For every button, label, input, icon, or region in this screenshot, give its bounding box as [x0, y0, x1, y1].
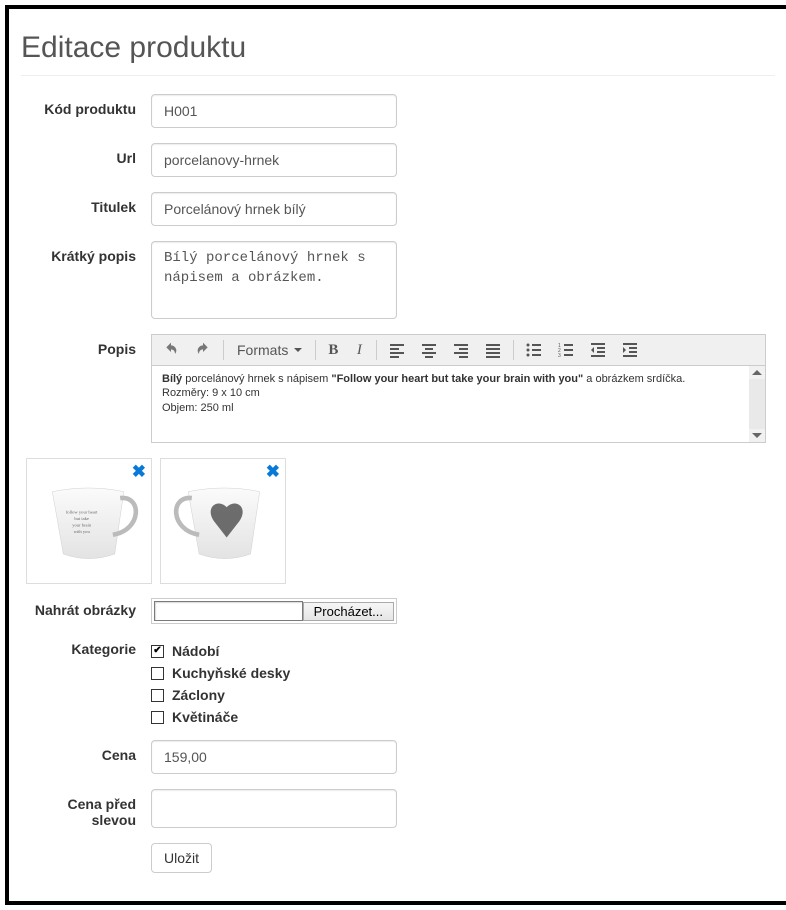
label-code: Kód produktu: [21, 94, 151, 128]
svg-text:3: 3: [558, 353, 561, 358]
toolbar-separator: [223, 340, 224, 360]
svg-text:but take: but take: [74, 516, 89, 521]
image-thumbnails: ✖ follow your heart but take your brain …: [26, 458, 775, 584]
category-list: Nádobí Kuchyňské desky Záclony Květináče: [151, 639, 290, 725]
svg-text:your brain: your brain: [72, 523, 92, 528]
editor-toolbar: Formats B I: [152, 335, 765, 366]
desc-line-2: Rozměry: 9 x 10 cm: [162, 386, 755, 400]
numbered-list-icon: 123: [558, 342, 574, 358]
label-url: Url: [21, 143, 151, 177]
desc-line-3: Objem: 250 ml: [162, 401, 755, 415]
editor-body[interactable]: Bílý porcelánový hrnek s nápisem "Follow…: [152, 366, 765, 442]
remove-image-button[interactable]: ✖: [266, 462, 280, 482]
category-item[interactable]: Květináče: [151, 709, 290, 725]
category-item[interactable]: Kuchyňské desky: [151, 665, 290, 681]
indent-button[interactable]: [615, 337, 645, 363]
checkbox-icon[interactable]: [151, 711, 164, 724]
numbered-list-button[interactable]: 123: [551, 337, 581, 363]
thumbnail-1[interactable]: ✖ follow your heart but take your brain …: [26, 458, 152, 584]
code-input[interactable]: [151, 94, 397, 128]
undo-icon: [163, 342, 179, 358]
remove-image-button[interactable]: ✖: [132, 462, 146, 482]
align-justify-icon: [485, 342, 501, 358]
undo-button[interactable]: [156, 337, 186, 363]
short-desc-textarea[interactable]: Bílý porcelánový hrnek s nápisem a obráz…: [151, 241, 397, 319]
category-label: Květináče: [172, 709, 238, 725]
align-justify-button[interactable]: [478, 337, 508, 363]
align-left-icon: [389, 342, 405, 358]
svg-text:with you: with you: [74, 529, 91, 534]
editor-scrollbar[interactable]: [749, 366, 765, 442]
label-desc: Popis: [21, 334, 151, 443]
url-input[interactable]: [151, 143, 397, 177]
title-input[interactable]: [151, 192, 397, 226]
mug-image-1: follow your heart but take your brain wi…: [34, 471, 144, 571]
formats-label: Formats: [237, 342, 288, 358]
align-right-icon: [453, 342, 469, 358]
label-category: Kategorie: [21, 639, 151, 725]
editor-content[interactable]: Bílý porcelánový hrnek s nápisem "Follow…: [152, 366, 765, 421]
scroll-down-icon[interactable]: [752, 433, 762, 438]
category-label: Záclony: [172, 687, 225, 703]
checkbox-icon[interactable]: [151, 645, 164, 658]
rich-text-editor: Formats B I: [151, 334, 766, 443]
outdent-icon: [590, 342, 606, 358]
align-left-button[interactable]: [382, 337, 412, 363]
thumbnail-2[interactable]: ✖: [160, 458, 286, 584]
price-input[interactable]: [151, 740, 397, 774]
mug-image-2: [168, 471, 278, 571]
scroll-track[interactable]: [749, 379, 765, 429]
svg-text:follow your heart: follow your heart: [66, 510, 99, 515]
align-center-icon: [421, 342, 437, 358]
checkbox-icon[interactable]: [151, 667, 164, 680]
toolbar-separator: [315, 340, 316, 360]
formats-dropdown[interactable]: Formats: [229, 338, 310, 362]
bullet-list-button[interactable]: [519, 337, 549, 363]
desc-text-1: porcelánový hrnek s nápisem: [182, 373, 331, 385]
chevron-down-icon: [294, 348, 302, 352]
italic-button[interactable]: I: [347, 337, 371, 363]
divider: [21, 75, 775, 76]
desc-bold-2: "Follow your heart but take your brain w…: [331, 373, 583, 385]
category-item[interactable]: Nádobí: [151, 643, 290, 659]
bold-button[interactable]: B: [321, 337, 345, 363]
price-before-sale-input[interactable]: [151, 789, 397, 828]
indent-icon: [622, 342, 638, 358]
desc-bold-1: Bílý: [162, 373, 182, 385]
browse-button[interactable]: Procházet...: [303, 602, 394, 621]
category-label: Kuchyňské desky: [172, 665, 290, 681]
page-title: Editace produktu: [21, 31, 775, 65]
outdent-button[interactable]: [583, 337, 613, 363]
category-label: Nádobí: [172, 643, 219, 659]
checkbox-icon[interactable]: [151, 689, 164, 702]
label-price: Cena: [21, 740, 151, 774]
file-input[interactable]: Procházet...: [151, 598, 397, 624]
redo-button[interactable]: [188, 337, 218, 363]
label-upload-images: Nahrát obrázky: [21, 598, 151, 624]
align-center-button[interactable]: [414, 337, 444, 363]
desc-text-2: a obrázkem srdíčka.: [583, 373, 685, 385]
label-title: Titulek: [21, 192, 151, 226]
redo-icon: [195, 342, 211, 358]
scroll-up-icon[interactable]: [752, 370, 762, 375]
label-empty: [21, 843, 151, 873]
save-button[interactable]: Uložit: [151, 843, 212, 873]
label-price-before-sale: Cena před slevou: [21, 789, 151, 828]
toolbar-separator: [513, 340, 514, 360]
file-path-field[interactable]: [154, 601, 303, 621]
bullet-list-icon: [526, 342, 542, 358]
align-right-button[interactable]: [446, 337, 476, 363]
toolbar-separator: [376, 340, 377, 360]
category-item[interactable]: Záclony: [151, 687, 290, 703]
label-short-desc: Krátký popis: [21, 241, 151, 319]
